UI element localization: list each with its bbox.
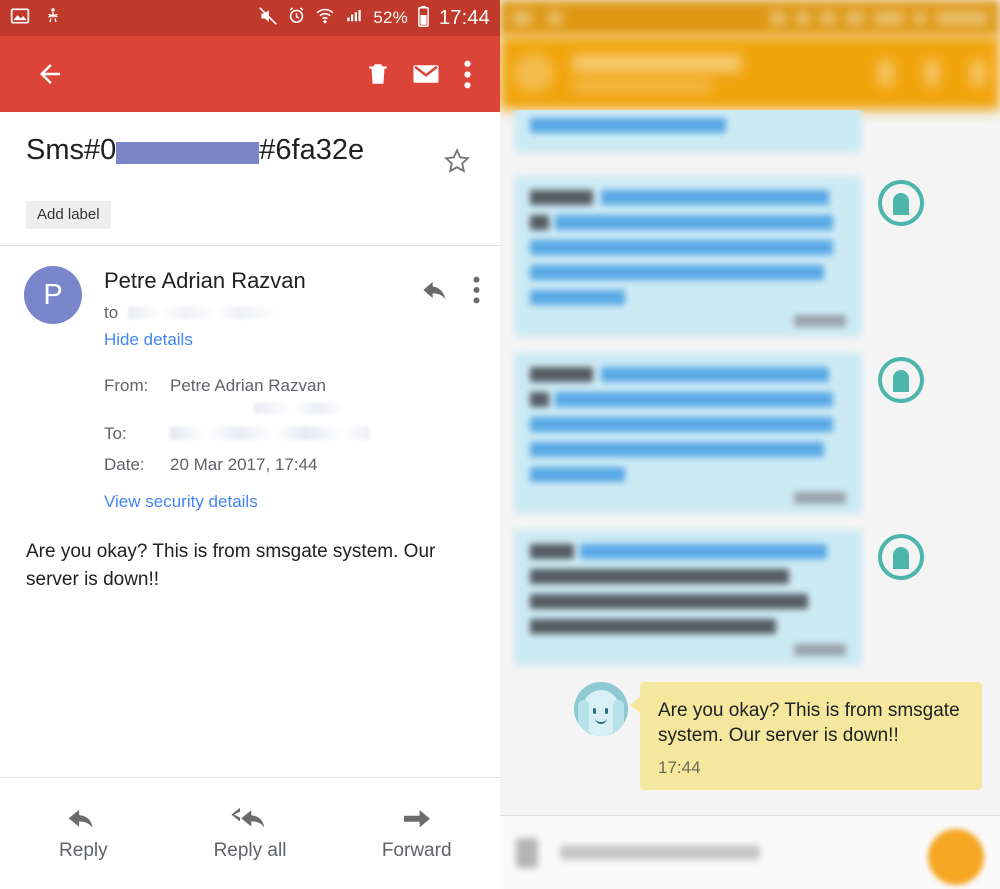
battery-icon: [417, 5, 430, 32]
gmail-panel: 52% 17:44 Sms#0 #6fa32e Add label P Petr…: [0, 0, 500, 889]
android-status-bar: 52% 17:44: [0, 0, 500, 36]
subject-section: Sms#0 #6fa32e Add label: [0, 112, 500, 245]
sms-battery-percent: [874, 10, 904, 26]
message-details-table: From: Petre Adrian Razvan To: Date: 20 M…: [104, 372, 500, 478]
detail-row-from: From: Petre Adrian Razvan: [104, 372, 500, 399]
reply-icon: [69, 809, 93, 828]
wifi-icon: [315, 6, 335, 30]
message-body: Are you okay? This is from smsgate syste…: [26, 541, 436, 590]
reply-all-icon: [231, 807, 265, 827]
contact-avatar-small: [874, 110, 928, 160]
recipient-prefix: to: [104, 303, 119, 322]
subject-title: Sms#0 #6fa32e: [26, 134, 364, 167]
message-row-incoming[interactable]: [500, 353, 1000, 514]
contact-subtitle: [572, 80, 712, 92]
back-button[interactable]: [26, 50, 74, 98]
message-bubble[interactable]: [514, 110, 862, 153]
message-timestamp: 17:44: [658, 758, 701, 778]
sms-app-bar: [500, 36, 1000, 110]
detail-key: To:: [104, 423, 127, 443]
mute-icon: [258, 6, 278, 31]
detail-key: Date:: [104, 454, 145, 474]
sms-status-icon: [846, 10, 864, 26]
message-input[interactable]: [560, 845, 760, 860]
sms-status-icon: [796, 10, 810, 26]
sender-name: Petre Adrian Razvan: [104, 268, 306, 293]
recipient-redacted: [128, 307, 279, 319]
person-icon: [878, 534, 924, 580]
contact-avatar[interactable]: [514, 53, 554, 93]
person-icon: [878, 357, 924, 403]
message-more-button[interactable]: [469, 272, 484, 313]
forward-icon: [403, 809, 430, 827]
send-button[interactable]: [928, 828, 984, 885]
message-action-bar: Reply Reply all Forward: [0, 777, 500, 889]
clock-label: 17:44: [438, 6, 490, 29]
detail-key: From:: [104, 375, 149, 395]
split-screenshot: 52% 17:44 Sms#0 #6fa32e Add label P Petr…: [0, 0, 1000, 889]
reply-all-button[interactable]: Reply all: [167, 806, 334, 862]
delete-icon[interactable]: [924, 60, 940, 86]
call-icon[interactable]: [878, 60, 894, 86]
message-header: P Petre Adrian Razvan to Hide details: [0, 246, 500, 350]
person-icon: [878, 180, 924, 226]
contact-avatar-small: [874, 353, 928, 407]
detail-from-email-redacted: [254, 403, 344, 414]
messaging-panel: Are you okay? This is from smsgate syste…: [500, 0, 1000, 889]
attachment-icon[interactable]: [516, 837, 538, 868]
view-security-details-link[interactable]: View security details: [104, 492, 258, 512]
sender-avatar[interactable]: P: [24, 266, 82, 324]
message-text: Are you okay? This is from smsgate syste…: [658, 700, 960, 747]
add-label-chip[interactable]: Add label: [26, 201, 111, 229]
signal-icon: [344, 7, 364, 30]
sms-clock: [936, 10, 988, 26]
contact-name: [572, 54, 742, 72]
sms-status-icon: [548, 10, 562, 26]
more-options-button[interactable]: [450, 50, 484, 98]
redaction-bar: [116, 141, 260, 164]
message-input-bar[interactable]: [500, 815, 1000, 889]
message-bubble[interactable]: Are you okay? This is from smsgate syste…: [630, 682, 982, 791]
reply-icon-button[interactable]: [417, 272, 453, 313]
usb-debug-icon: [44, 6, 62, 31]
sms-status-icon: [820, 10, 836, 26]
forward-button[interactable]: Forward: [333, 806, 500, 862]
detail-value: Petre Adrian Razvan: [170, 375, 326, 395]
forward-label: Forward: [381, 839, 452, 861]
detail-row-to: To:: [104, 420, 500, 447]
message-row-incoming[interactable]: [500, 176, 1000, 337]
message-bubble[interactable]: [514, 353, 862, 514]
message-row-incoming[interactable]: [500, 530, 1000, 666]
contact-avatar-small: [874, 530, 928, 584]
message-bubble[interactable]: [514, 176, 862, 337]
reply-all-label: Reply all: [213, 839, 287, 861]
reply-label: Reply: [59, 839, 108, 861]
reply-button[interactable]: Reply: [0, 806, 167, 862]
detail-value-redacted: [170, 427, 370, 440]
sms-status-bar: [500, 0, 1000, 36]
sms-battery-icon: [914, 10, 926, 26]
conversation-thread[interactable]: Are you okay? This is from smsgate syste…: [500, 110, 1000, 815]
message-row-outgoing[interactable]: Are you okay? This is from smsgate syste…: [500, 682, 1000, 791]
my-avatar: [574, 682, 628, 736]
subject-suffix: #6fa32e: [259, 134, 365, 166]
more-options-icon[interactable]: [970, 60, 986, 86]
alarm-icon: [287, 6, 306, 30]
mark-unread-button[interactable]: [402, 50, 450, 98]
subject-prefix: Sms#0: [26, 134, 117, 166]
detail-value: 20 Mar 2017, 17:44: [170, 454, 318, 474]
star-button[interactable]: [436, 140, 478, 187]
sms-status-icon: [512, 10, 532, 26]
gmail-app-bar: [0, 36, 500, 112]
sms-status-icon: [770, 10, 786, 26]
image-icon: [10, 6, 30, 31]
message-row-incoming[interactable]: [500, 110, 1000, 160]
hide-details-link[interactable]: Hide details: [104, 330, 193, 350]
detail-row-date: Date: 20 Mar 2017, 17:44: [104, 451, 500, 478]
battery-percent-label: 52%: [373, 8, 408, 27]
contact-avatar-small: [874, 176, 928, 230]
message-bubble[interactable]: [514, 530, 862, 666]
delete-button[interactable]: [354, 50, 402, 98]
recipient-line[interactable]: to: [104, 303, 417, 323]
